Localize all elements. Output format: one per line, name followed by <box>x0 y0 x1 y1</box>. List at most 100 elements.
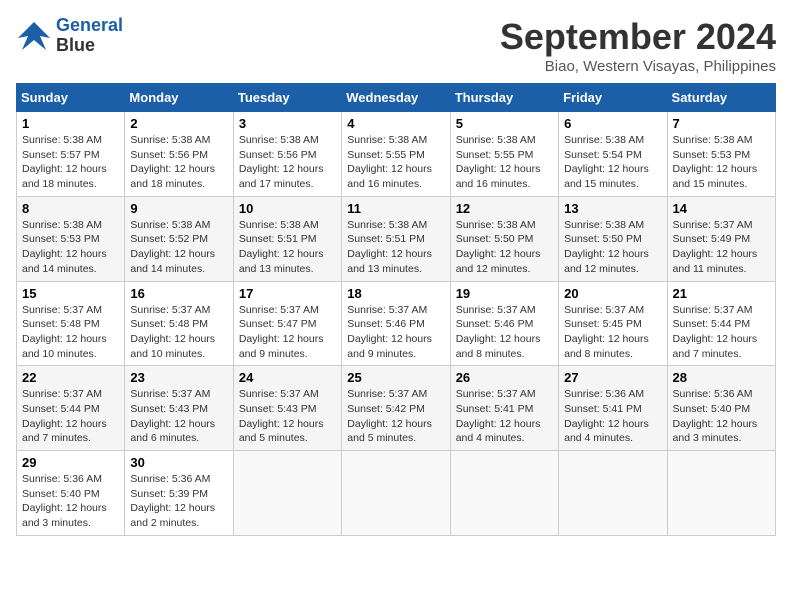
calendar-week-5: 29Sunrise: 5:36 AMSunset: 5:40 PMDayligh… <box>17 451 776 536</box>
day-info: Sunrise: 5:38 AMSunset: 5:53 PMDaylight:… <box>673 133 770 192</box>
logo: General Blue <box>16 16 123 56</box>
calendar-cell: 23Sunrise: 5:37 AMSunset: 5:43 PMDayligh… <box>125 366 233 451</box>
header-monday: Monday <box>125 84 233 112</box>
day-number: 16 <box>130 286 227 301</box>
calendar-cell: 18 Sunrise: 5:37 AMSunset: 5:46 PMDayligh… <box>342 281 450 366</box>
day-info: Sunrise: 5:38 AMSunset: 5:52 PMDaylight:… <box>130 218 227 277</box>
day-number: 13 <box>564 201 661 216</box>
day-number: 11 <box>347 201 444 216</box>
logo-text: General Blue <box>56 16 123 56</box>
day-info: Sunrise: 5:38 AMSunset: 5:51 PMDaylight:… <box>239 218 336 277</box>
day-info: Sunrise: 5:37 AMSunset: 5:48 PMDaylight:… <box>130 303 227 362</box>
day-info: Sunrise: 5:37 AMSunset: 5:43 PMDaylight:… <box>239 387 336 446</box>
calendar-cell: 28 Sunrise: 5:36 AMSunset: 5:40 PMDayligh… <box>667 366 775 451</box>
day-number: 19 <box>456 286 553 301</box>
day-info: Sunrise: 5:37 AMSunset: 5:44 PMDaylight:… <box>22 387 119 446</box>
calendar-cell: 19 Sunrise: 5:37 AMSunset: 5:46 PMDayligh… <box>450 281 558 366</box>
calendar-cell: 10 Sunrise: 5:38 AMSunset: 5:51 PMDayligh… <box>233 196 341 281</box>
day-info: Sunrise: 5:36 AMSunset: 5:40 PMDaylight:… <box>673 387 770 446</box>
calendar-cell: 6 Sunrise: 5:38 AMSunset: 5:54 PMDaylight… <box>559 112 667 197</box>
calendar-table: SundayMondayTuesdayWednesdayThursdayFrid… <box>16 83 776 536</box>
day-info: Sunrise: 5:36 AMSunset: 5:40 PMDaylight:… <box>22 472 119 531</box>
calendar-cell: 17 Sunrise: 5:37 AMSunset: 5:47 PMDayligh… <box>233 281 341 366</box>
day-info: Sunrise: 5:38 AMSunset: 5:55 PMDaylight:… <box>456 133 553 192</box>
calendar-cell <box>233 451 341 536</box>
calendar-cell: 9 Sunrise: 5:38 AMSunset: 5:52 PMDaylight… <box>125 196 233 281</box>
day-number: 12 <box>456 201 553 216</box>
logo-line1: General <box>56 15 123 35</box>
calendar-cell: 25 Sunrise: 5:37 AMSunset: 5:42 PMDayligh… <box>342 366 450 451</box>
day-number: 5 <box>456 116 553 131</box>
calendar-week-1: 1Sunrise: 5:38 AMSunset: 5:57 PMDaylight… <box>17 112 776 197</box>
day-number: 24 <box>239 370 336 385</box>
location: Biao, Western Visayas, Philippines <box>500 58 776 75</box>
day-number: 23 <box>130 370 227 385</box>
calendar-week-2: 8 Sunrise: 5:38 AMSunset: 5:53 PMDaylight… <box>17 196 776 281</box>
day-number: 25 <box>347 370 444 385</box>
day-number: 6 <box>564 116 661 131</box>
day-info: Sunrise: 5:37 AMSunset: 5:42 PMDaylight:… <box>347 387 444 446</box>
day-info: Sunrise: 5:38 AMSunset: 5:53 PMDaylight:… <box>22 218 119 277</box>
day-info: Sunrise: 5:38 AMSunset: 5:54 PMDaylight:… <box>564 133 661 192</box>
calendar-cell <box>559 451 667 536</box>
day-number: 17 <box>239 286 336 301</box>
day-info: Sunrise: 5:36 AMSunset: 5:41 PMDaylight:… <box>564 387 661 446</box>
day-info: Sunrise: 5:37 AMSunset: 5:44 PMDaylight:… <box>673 303 770 362</box>
header-sunday: Sunday <box>17 84 125 112</box>
header-thursday: Thursday <box>450 84 558 112</box>
day-number: 20 <box>564 286 661 301</box>
day-number: 3 <box>239 116 336 131</box>
calendar-cell: 1Sunrise: 5:38 AMSunset: 5:57 PMDaylight… <box>17 112 125 197</box>
header-wednesday: Wednesday <box>342 84 450 112</box>
day-info: Sunrise: 5:37 AMSunset: 5:46 PMDaylight:… <box>456 303 553 362</box>
calendar-cell <box>342 451 450 536</box>
calendar-cell: 27Sunrise: 5:36 AMSunset: 5:41 PMDayligh… <box>559 366 667 451</box>
day-number: 22 <box>22 370 119 385</box>
day-number: 8 <box>22 201 119 216</box>
calendar-cell: 20Sunrise: 5:37 AMSunset: 5:45 PMDayligh… <box>559 281 667 366</box>
logo-icon <box>16 18 52 54</box>
page-header: General Blue September 2024 Biao, Wester… <box>16 16 776 75</box>
day-number: 30 <box>130 455 227 470</box>
day-number: 10 <box>239 201 336 216</box>
calendar-cell: 12 Sunrise: 5:38 AMSunset: 5:50 PMDayligh… <box>450 196 558 281</box>
day-number: 1 <box>22 116 119 131</box>
calendar-cell: 4Sunrise: 5:38 AMSunset: 5:55 PMDaylight… <box>342 112 450 197</box>
calendar-cell: 2Sunrise: 5:38 AMSunset: 5:56 PMDaylight… <box>125 112 233 197</box>
day-info: Sunrise: 5:37 AMSunset: 5:46 PMDaylight:… <box>347 303 444 362</box>
calendar-cell: 11 Sunrise: 5:38 AMSunset: 5:51 PMDayligh… <box>342 196 450 281</box>
day-info: Sunrise: 5:36 AMSunset: 5:39 PMDaylight:… <box>130 472 227 531</box>
day-number: 9 <box>130 201 227 216</box>
day-number: 18 <box>347 286 444 301</box>
calendar-cell: 14Sunrise: 5:37 AMSunset: 5:49 PMDayligh… <box>667 196 775 281</box>
header-tuesday: Tuesday <box>233 84 341 112</box>
day-info: Sunrise: 5:37 AMSunset: 5:41 PMDaylight:… <box>456 387 553 446</box>
day-number: 14 <box>673 201 770 216</box>
calendar-cell <box>450 451 558 536</box>
day-info: Sunrise: 5:38 AMSunset: 5:50 PMDaylight:… <box>456 218 553 277</box>
day-info: Sunrise: 5:38 AMSunset: 5:56 PMDaylight:… <box>239 133 336 192</box>
calendar-cell: 13 Sunrise: 5:38 AMSunset: 5:50 PMDayligh… <box>559 196 667 281</box>
day-info: Sunrise: 5:38 AMSunset: 5:51 PMDaylight:… <box>347 218 444 277</box>
day-info: Sunrise: 5:37 AMSunset: 5:48 PMDaylight:… <box>22 303 119 362</box>
calendar-cell: 16 Sunrise: 5:37 AMSunset: 5:48 PMDayligh… <box>125 281 233 366</box>
day-info: Sunrise: 5:38 AMSunset: 5:56 PMDaylight:… <box>130 133 227 192</box>
day-number: 21 <box>673 286 770 301</box>
calendar-cell: 5 Sunrise: 5:38 AMSunset: 5:55 PMDaylight… <box>450 112 558 197</box>
calendar-cell: 7 Sunrise: 5:38 AMSunset: 5:53 PMDaylight… <box>667 112 775 197</box>
day-info: Sunrise: 5:38 AMSunset: 5:50 PMDaylight:… <box>564 218 661 277</box>
day-info: Sunrise: 5:37 AMSunset: 5:47 PMDaylight:… <box>239 303 336 362</box>
calendar-cell <box>667 451 775 536</box>
calendar-header-row: SundayMondayTuesdayWednesdayThursdayFrid… <box>17 84 776 112</box>
calendar-cell: 15 Sunrise: 5:37 AMSunset: 5:48 PMDayligh… <box>17 281 125 366</box>
day-number: 15 <box>22 286 119 301</box>
day-number: 28 <box>673 370 770 385</box>
day-number: 26 <box>456 370 553 385</box>
calendar-week-4: 22 Sunrise: 5:37 AMSunset: 5:44 PMDayligh… <box>17 366 776 451</box>
day-number: 7 <box>673 116 770 131</box>
calendar-cell: 3 Sunrise: 5:38 AMSunset: 5:56 PMDaylight… <box>233 112 341 197</box>
header-saturday: Saturday <box>667 84 775 112</box>
calendar-cell: 29Sunrise: 5:36 AMSunset: 5:40 PMDayligh… <box>17 451 125 536</box>
calendar-cell: 24 Sunrise: 5:37 AMSunset: 5:43 PMDayligh… <box>233 366 341 451</box>
calendar-cell: 21 Sunrise: 5:37 AMSunset: 5:44 PMDayligh… <box>667 281 775 366</box>
